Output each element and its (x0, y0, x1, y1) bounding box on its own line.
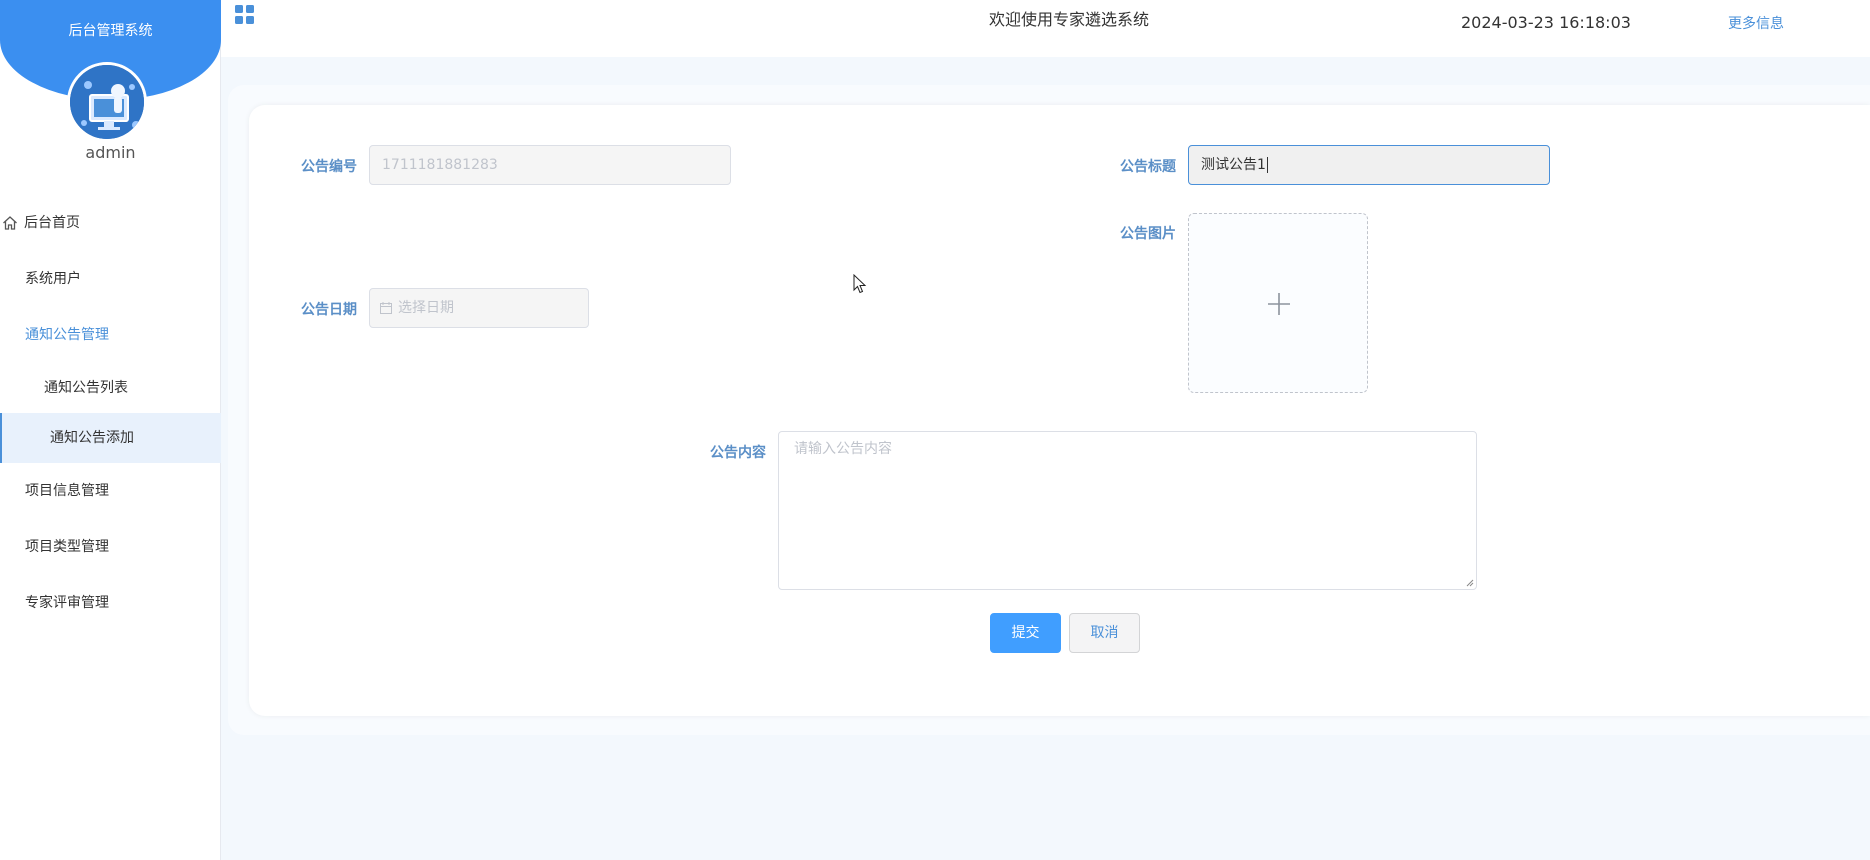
announcement-title-input[interactable]: 测试公告1 (1188, 145, 1550, 185)
welcome-title: 欢迎使用专家遴选系统 (989, 10, 1150, 29)
sidebar-subitem-announcement-add[interactable]: 通知公告添加 (0, 413, 221, 463)
announcement-content-textarea[interactable]: 请输入公告内容 (778, 431, 1477, 590)
more-info-link[interactable]: 更多信息 (1728, 13, 1784, 33)
resize-handle-icon[interactable] (1466, 579, 1474, 587)
sidebar-subitem-label: 通知公告列表 (44, 380, 128, 396)
sidebar-item-label: 项目类型管理 (25, 539, 109, 555)
announcement-number-input[interactable]: 1711181881283 (369, 145, 731, 185)
sidebar-item-label: 系统用户 (25, 271, 81, 287)
sidebar-item-label: 项目信息管理 (25, 483, 109, 499)
date-placeholder: 选择日期 (398, 300, 454, 316)
announcement-image-label: 公告图片 (1120, 226, 1176, 242)
announcement-title-label: 公告标题 (1120, 159, 1176, 175)
sidebar-item-home[interactable]: 后台首页 (0, 195, 221, 251)
text-caret (1266, 157, 1268, 173)
announcement-content-label: 公告内容 (710, 445, 766, 461)
announcement-date-label: 公告日期 (301, 302, 357, 318)
current-datetime: 2024-03-23 16:18:03 (1461, 13, 1631, 32)
calendar-icon (380, 302, 392, 314)
cancel-button[interactable]: 取消 (1069, 613, 1140, 653)
sidebar-menu: 后台首页 系统用户 通知公告管理 通知公告列表 通知公告添加 项目信息管理 项目… (0, 195, 221, 631)
sidebar-item-project-type[interactable]: 项目类型管理 (0, 519, 221, 575)
sidebar-item-label: 通知公告管理 (25, 327, 109, 343)
content-placeholder: 请输入公告内容 (794, 441, 892, 457)
submit-button[interactable]: 提交 (990, 613, 1061, 653)
home-icon (3, 216, 17, 230)
top-header: 欢迎使用专家遴选系统 2024-03-23 16:18:03 更多信息 (221, 0, 1870, 57)
username: admin (85, 143, 136, 162)
brand-title: 后台管理系统 (68, 23, 153, 39)
sidebar-item-expert-review[interactable]: 专家评审管理 (0, 575, 221, 631)
robot-avatar-icon (70, 65, 144, 139)
avatar[interactable] (67, 62, 147, 142)
announcement-date-picker[interactable]: 选择日期 (369, 288, 589, 328)
sidebar-item-label: 后台首页 (24, 215, 80, 231)
mouse-cursor-icon (853, 274, 867, 294)
image-upload-box[interactable] (1188, 213, 1368, 393)
announcement-number-label: 公告编号 (301, 159, 357, 175)
sidebar: 后台管理系统 admin 后台首页 系统用户 通知公告管理 通知公告列表 通知公… (0, 0, 221, 860)
sidebar-item-project-info[interactable]: 项目信息管理 (0, 463, 221, 519)
sidebar-subitem-label: 通知公告添加 (50, 430, 134, 446)
announcement-title-value: 测试公告1 (1201, 157, 1266, 173)
sidebar-subitem-announcement-list[interactable]: 通知公告列表 (0, 363, 221, 413)
grid-menu-icon[interactable] (234, 4, 256, 26)
plus-icon (1268, 293, 1290, 315)
sidebar-item-label: 专家评审管理 (25, 595, 109, 611)
sidebar-item-system-users[interactable]: 系统用户 (0, 251, 221, 307)
sidebar-item-announcement-management[interactable]: 通知公告管理 (0, 307, 221, 363)
